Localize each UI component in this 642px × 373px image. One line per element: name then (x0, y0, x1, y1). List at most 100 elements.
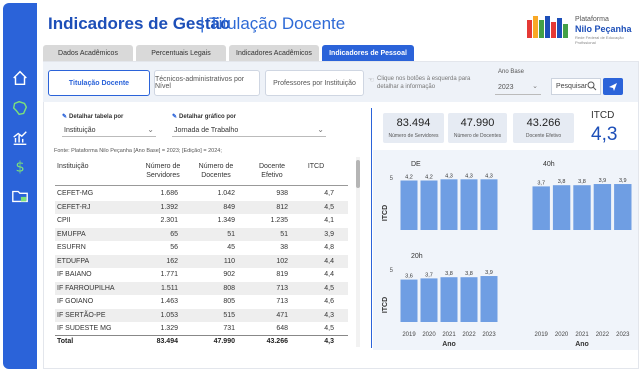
table-row[interactable]: IF SERTÃO-PE 1.053 515 471 4,3 (55, 308, 348, 322)
ano-base-select[interactable]: 2023 ⌄ (495, 80, 541, 95)
data-label: 3,8 (578, 179, 586, 185)
detalhar-grafico-select[interactable]: Jornada de Trabalho ⌄ (172, 124, 326, 137)
table-scroll-thumb[interactable] (356, 160, 360, 188)
col-header-servidores[interactable]: Número de Servidores (139, 162, 187, 180)
search-icon[interactable] (587, 81, 597, 91)
subtab-tecnicos-administrativos[interactable]: Técnicos-administrativos por Nível (154, 70, 260, 96)
table-header: Instituição Número de Servidores Número … (55, 158, 348, 186)
table-cell: 4,5 (324, 284, 334, 292)
table-cell: 1.349 (217, 217, 235, 224)
data-label: 3,9 (599, 178, 607, 184)
total-servidores: 83.494 (156, 338, 178, 345)
chart-bar (552, 185, 571, 230)
chart-bar (400, 279, 418, 322)
table-cell: 51 (227, 230, 235, 238)
table-row[interactable]: IF SUDESTE MG 1.329 731 648 4,5 (55, 322, 348, 336)
chart-icon[interactable] (11, 129, 29, 147)
table-cell: IF SERTÃO-PE (57, 311, 106, 319)
table-row[interactable]: CEFET-MG 1.686 1.042 938 4,7 (55, 187, 348, 201)
x-tick-label: 2021 (575, 332, 589, 338)
table-cell: 56 (170, 244, 178, 251)
table-cell: 4,4 (324, 271, 334, 278)
subtab-professores-instituicao[interactable]: Professores por Instituição (265, 70, 364, 96)
chart-bar (400, 180, 418, 230)
table-cell: ETDUFPA (57, 257, 90, 265)
ano-base-value: 2023 (498, 83, 514, 91)
ano-base-label: Ano Base (498, 69, 525, 75)
col-header-instituicao[interactable]: Instituição (55, 162, 110, 171)
chart-title: 20h (411, 253, 423, 260)
col-header-docentes[interactable]: Número de Docentes (193, 162, 239, 180)
table-cell: 4,1 (324, 217, 334, 224)
col-header-itcd[interactable]: ITCD (305, 162, 327, 171)
sidebar: $ (3, 3, 37, 369)
kpi-label: Número de Servidores (388, 133, 439, 139)
table-cell: 110 (223, 257, 235, 265)
total-label: Total (57, 338, 74, 345)
chevron-down-icon: ⌄ (532, 83, 538, 90)
table-cell: 1.053 (160, 311, 178, 319)
table-cell: 45 (227, 244, 235, 251)
table-cell: 3,9 (324, 230, 334, 238)
data-label: 3,7 (537, 180, 545, 186)
edit-icon: ✎ (172, 114, 178, 120)
tab-percentuais-legais[interactable]: Percentuais Legais (136, 45, 226, 61)
table-row[interactable]: IF BAIANO 1.771 902 819 4,4 (55, 268, 348, 282)
table-row[interactable]: EMUFPA 65 51 51 3,9 (55, 227, 348, 241)
table-cell: 812 (276, 203, 288, 211)
table-row[interactable]: IF FARROUPILHA 1.511 808 713 4,5 (55, 281, 348, 295)
home-icon[interactable] (11, 69, 29, 87)
itcd-value: 4,3 (591, 124, 618, 145)
tab-indicadores-pessoal[interactable]: Indicadores de Pessoal (322, 45, 414, 61)
table-cell: 4,4 (324, 257, 334, 265)
send-button[interactable] (603, 78, 623, 95)
data-label: 3,7 (425, 272, 433, 278)
x-tick-label: 2020 (555, 332, 569, 338)
data-label: 4,2 (405, 175, 413, 181)
table-cell: ESUFRN (57, 244, 86, 251)
svg-text:$: $ (16, 159, 25, 175)
detalhar-tabela-select[interactable]: Instituição ⌄ (62, 124, 156, 137)
pointer-icon: ☜ (368, 77, 375, 84)
chart-title: 40h (543, 161, 555, 168)
table-row[interactable]: CEFET-RJ 1.392 849 812 4,5 (55, 200, 348, 214)
table-cell: 1.511 (161, 284, 178, 292)
table-cell: 51 (280, 230, 288, 238)
table-row[interactable]: IF GOIANO 1.463 805 713 4,6 (55, 295, 348, 309)
table-row[interactable]: ETDUFPA 162 110 102 4,4 (55, 254, 348, 268)
chart-area: DE 5 ITCD 4,2 4,2 4,3 4,3 4,3 40h 3,7 3,8 3,8 3,9 3,9… (373, 150, 638, 350)
table-cell: 902 (223, 271, 235, 278)
table-cell: 65 (170, 230, 178, 238)
y-axis-label: ITCD (382, 297, 389, 313)
table-row[interactable]: CPII 2.301 1.349 1.235 4,1 (55, 214, 348, 228)
subtab-titulacao-docente[interactable]: Titulação Docente (48, 70, 150, 96)
page-subtitle: | Titulação Docente (200, 14, 346, 33)
map-icon[interactable] (11, 99, 29, 117)
table-cell: IF BAIANO (57, 271, 92, 278)
table-cell: 471 (276, 311, 288, 319)
table-total-row: Total 83.494 47.990 43.266 4,3 (55, 335, 348, 347)
col-header-docente-efetivo[interactable]: Docente Efetivo (250, 162, 294, 180)
hint-text: Clique nos botões à esquerda para detalh… (377, 76, 471, 90)
data-label: 3,8 (558, 179, 566, 185)
logo-text-name: Nilo Peçanha (575, 24, 632, 34)
dollar-icon[interactable]: $ (11, 157, 29, 175)
data-label: 4,3 (445, 173, 453, 179)
chart-bar (420, 278, 438, 322)
table-cell: 1.686 (160, 190, 178, 197)
table-row[interactable]: ESUFRN 56 45 38 4,8 (55, 241, 348, 255)
chart-bar (593, 184, 612, 230)
table-cell: CEFET-MG (57, 190, 94, 197)
chart-bar (573, 185, 591, 230)
table-cell: 4,5 (324, 325, 334, 332)
tab-dados-academicos[interactable]: Dados Acadêmicos (43, 45, 133, 61)
x-tick-label: 2023 (482, 332, 496, 338)
folder-lock-icon[interactable] (11, 187, 29, 205)
chart-title: DE (411, 161, 421, 168)
data-label: 3,9 (619, 178, 627, 184)
tab-indicadores-academicos[interactable]: Indicadores Acadêmicos (229, 45, 319, 61)
data-label: 3,8 (465, 271, 473, 277)
table-cell: 162 (166, 257, 178, 265)
table-cell: 805 (223, 298, 235, 305)
edit-icon: ✎ (62, 114, 68, 120)
